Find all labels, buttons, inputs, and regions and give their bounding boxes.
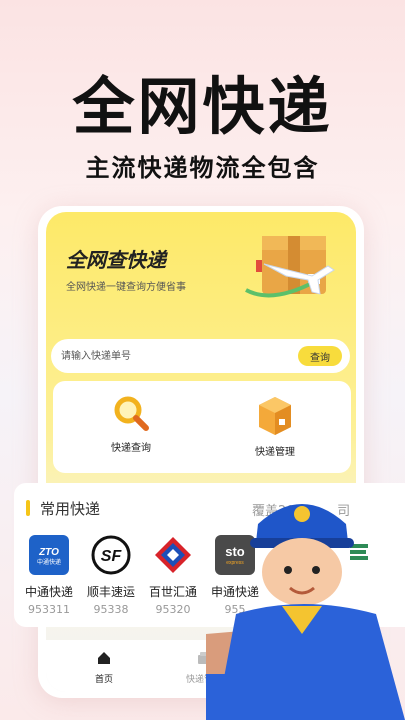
courier-sf[interactable]: SF 顺丰速运 95338	[80, 535, 142, 616]
hero-title: 全网快递	[72, 70, 333, 143]
delivery-man-mascot	[206, 504, 405, 720]
courier-name: 中通快递	[24, 585, 73, 599]
courier-hotline: 953311	[28, 603, 70, 616]
tracking-search-bar: 查询	[51, 339, 350, 373]
courier-hotline: 95338	[93, 603, 129, 616]
action-label: 快递查询	[111, 443, 151, 454]
svg-text:ZTO: ZTO	[38, 547, 59, 558]
action-label: 快递管理	[255, 447, 295, 458]
app-title: 全网查快递	[66, 248, 166, 272]
magnifier-icon	[114, 396, 149, 431]
zto-logo-icon: ZTO 中通快递	[29, 535, 69, 575]
tab-home[interactable]: 首页	[64, 650, 144, 685]
courier-best[interactable]: 百世汇通 95320	[142, 535, 204, 616]
action-tracking-query[interactable]: 快递查询	[81, 393, 181, 463]
sf-logo-icon: SF	[91, 535, 131, 575]
app-subtitle: 全网快递一键查询方便省事	[66, 282, 186, 293]
svg-text:中通快递: 中通快递	[37, 558, 61, 566]
tracking-number-input[interactable]	[61, 339, 281, 373]
query-button[interactable]: 查询	[298, 346, 342, 366]
package-icon	[259, 397, 291, 435]
courier-name: 百世汇通	[148, 585, 197, 599]
courier-zto[interactable]: ZTO 中通快递 中通快递 953311	[18, 535, 80, 616]
courier-hotline: 95320	[155, 603, 191, 616]
hero-subtitle: 主流快递物流全包含	[85, 154, 320, 182]
tab-label: 首页	[94, 675, 113, 685]
section-title: 常用快递	[26, 498, 100, 519]
best-express-logo-icon	[153, 535, 193, 575]
svg-text:SF: SF	[101, 548, 123, 565]
quick-actions-card: 快递查询 快递管理	[53, 381, 351, 473]
action-package-management[interactable]: 快递管理	[225, 393, 325, 463]
courier-name: 顺丰速运	[86, 585, 135, 599]
home-icon	[98, 652, 110, 664]
parcel-airplane-illustration	[245, 236, 335, 298]
